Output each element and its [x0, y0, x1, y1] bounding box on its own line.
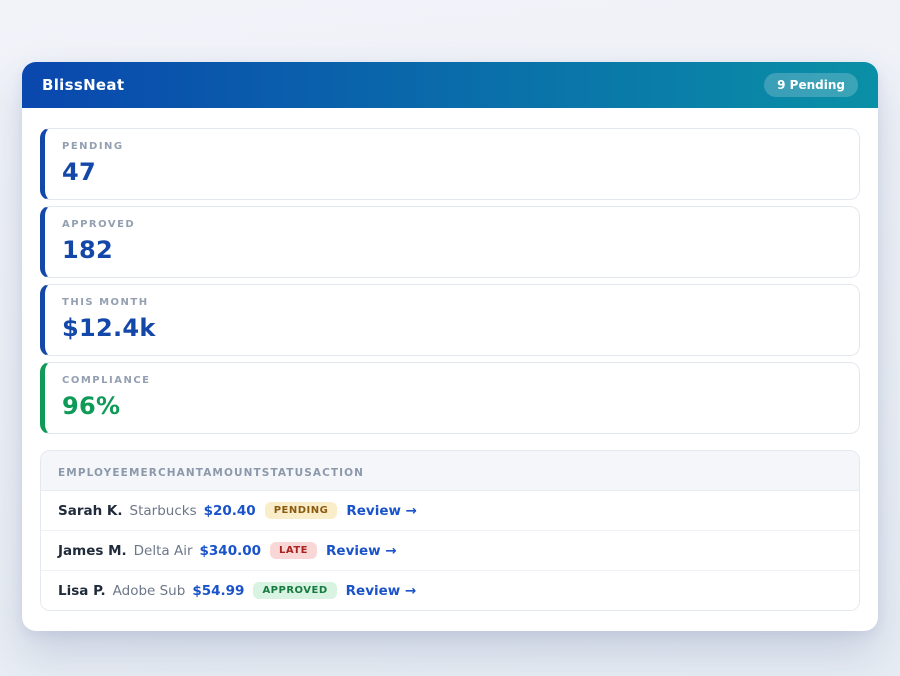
status-badge: PENDING — [265, 502, 338, 519]
stat-value: 96% — [62, 392, 842, 420]
table-header-row: EMPLOYEEMERCHANTAMOUNTSTATUSACTION — [41, 451, 859, 491]
column-header-employee: EMPLOYEE — [58, 467, 129, 479]
main-content: PENDING 47 APPROVED 182 THIS MONTH $12.4… — [22, 108, 878, 631]
employee-name: Lisa P. — [58, 583, 106, 599]
stat-label: APPROVED — [62, 219, 842, 230]
stat-card-pending: PENDING 47 — [40, 128, 860, 200]
stat-label: COMPLIANCE — [62, 375, 842, 386]
page-background: BlissNeat 9 Pending PENDING 47 APPROVED … — [0, 0, 900, 676]
review-link[interactable]: Review → — [346, 583, 417, 599]
merchant-name: Delta Air — [134, 543, 193, 559]
amount-value: $20.40 — [204, 503, 256, 519]
status-badge: LATE — [270, 542, 317, 559]
stat-value: 182 — [62, 236, 842, 264]
column-header-status: STATUS — [262, 467, 313, 479]
employee-name: Sarah K. — [58, 503, 123, 519]
amount-value: $54.99 — [192, 583, 244, 599]
expense-table: EMPLOYEEMERCHANTAMOUNTSTATUSACTION Sarah… — [40, 450, 860, 611]
stat-label: PENDING — [62, 141, 842, 152]
stat-label: THIS MONTH — [62, 297, 842, 308]
table-row: James M. Delta Air $340.00 LATE Review → — [41, 531, 859, 571]
pending-count-badge[interactable]: 9 Pending — [764, 73, 858, 97]
column-header-action: ACTION — [313, 467, 364, 479]
table-row: Sarah K. Starbucks $20.40 PENDING Review… — [41, 491, 859, 531]
merchant-name: Starbucks — [130, 503, 197, 519]
review-link[interactable]: Review → — [346, 503, 417, 519]
table-row: Lisa P. Adobe Sub $54.99 APPROVED Review… — [41, 571, 859, 610]
employee-name: James M. — [58, 543, 127, 559]
app-title: BlissNeat — [42, 76, 124, 94]
column-header-merchant: MERCHANT — [129, 467, 203, 479]
stat-card-this-month: THIS MONTH $12.4k — [40, 284, 860, 356]
stat-card-approved: APPROVED 182 — [40, 206, 860, 278]
review-link[interactable]: Review → — [326, 543, 397, 559]
status-badge: APPROVED — [253, 582, 336, 599]
merchant-name: Adobe Sub — [113, 583, 186, 599]
app-window: BlissNeat 9 Pending PENDING 47 APPROVED … — [22, 62, 878, 631]
stat-card-compliance: COMPLIANCE 96% — [40, 362, 860, 434]
stat-value: 47 — [62, 158, 842, 186]
stat-value: $12.4k — [62, 314, 842, 342]
app-header: BlissNeat 9 Pending — [22, 62, 878, 108]
column-header-amount: AMOUNT — [203, 467, 262, 479]
amount-value: $340.00 — [200, 543, 262, 559]
